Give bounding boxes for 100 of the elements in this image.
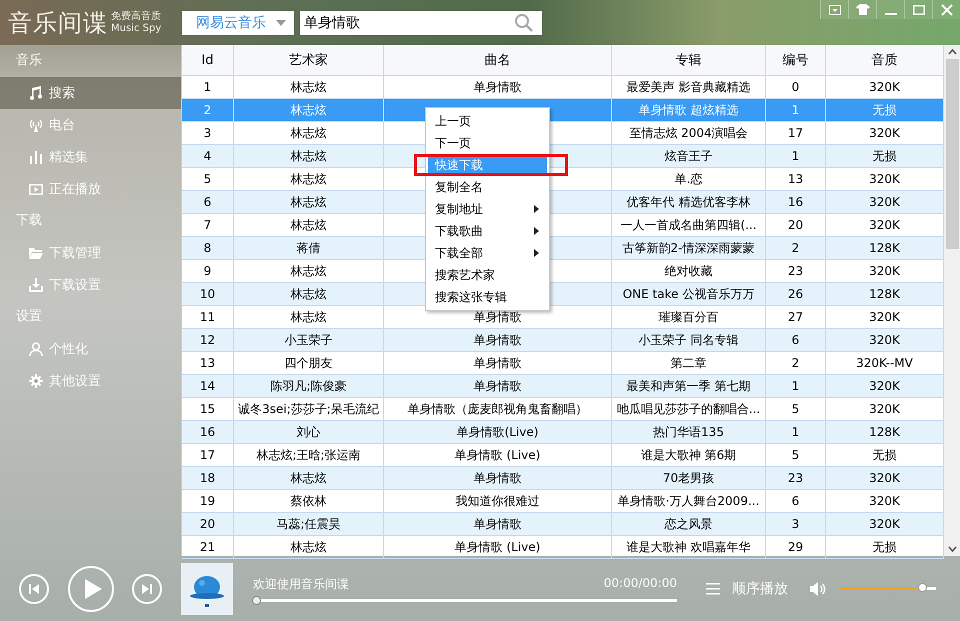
table-cell[interactable]: 70老男孩 <box>612 467 766 490</box>
table-cell[interactable]: 单身情歌 (Live) <box>384 536 612 559</box>
bars-icon <box>29 150 43 164</box>
table-cell[interactable]: 1 <box>766 375 826 398</box>
menu-item[interactable]: 复制地址 <box>426 198 549 220</box>
table-cell[interactable]: 林志炫 <box>234 145 384 168</box>
table-cell[interactable]: 6 <box>766 329 826 352</box>
menu-item[interactable]: 下一页 <box>426 132 549 154</box>
table-cell[interactable]: 炫音王子 <box>612 145 766 168</box>
table-cell[interactable]: 小玉荣子 <box>234 329 384 352</box>
table-cell[interactable]: 23 <box>766 467 826 490</box>
table-cell[interactable]: 8 <box>182 237 234 260</box>
table-cell[interactable]: 320K <box>826 467 944 490</box>
table-cell[interactable]: 128K <box>826 237 944 260</box>
table-cell[interactable]: 20 <box>182 513 234 536</box>
table-cell[interactable]: 6 <box>182 191 234 214</box>
scrollbar[interactable] <box>944 45 960 556</box>
table-cell[interactable]: 蒋倩 <box>234 237 384 260</box>
table-cell[interactable]: 320K <box>826 513 944 536</box>
maximize-button[interactable] <box>904 0 932 19</box>
table-cell[interactable]: 128K <box>826 283 944 306</box>
table-cell[interactable]: 1 <box>766 421 826 444</box>
menu-item[interactable]: 复制全名 <box>426 176 549 198</box>
table-cell[interactable]: 刘心 <box>234 421 384 444</box>
folder-icon <box>29 246 43 260</box>
table-cell[interactable]: 128K <box>826 421 944 444</box>
table-cell[interactable]: 10 <box>182 283 234 306</box>
shirt-icon <box>856 4 870 15</box>
table-cell[interactable]: 16 <box>766 191 826 214</box>
table-cell[interactable]: 12 <box>182 329 234 352</box>
table-cell[interactable]: 古筝新韵2-情深深雨蒙蒙 <box>612 237 766 260</box>
next-button[interactable] <box>132 574 162 604</box>
column-header[interactable]: 艺术家 <box>234 45 384 75</box>
sidebar-item[interactable]: 搜索 <box>0 77 181 109</box>
close-button[interactable] <box>932 0 960 19</box>
progress-bar[interactable] <box>253 598 677 602</box>
maximize-icon <box>912 4 924 14</box>
submenu-arrow-icon <box>534 227 539 235</box>
table-cell[interactable]: 单身情歌(Live) <box>384 421 612 444</box>
table-cell[interactable]: 小玉荣子 同名专辑 <box>612 329 766 352</box>
table-cell[interactable]: 1 <box>766 145 826 168</box>
menu-item[interactable]: 下载全部 <box>426 242 549 264</box>
sidebar-heading: 音乐 <box>15 52 43 70</box>
table-cell[interactable]: 16 <box>182 421 234 444</box>
table-cell[interactable]: 单身情歌 <box>384 329 612 352</box>
table-cell[interactable]: 最美和声第一季 第七期 <box>612 375 766 398</box>
menu-item[interactable]: 上一页 <box>426 110 549 132</box>
menu-item[interactable]: 搜索艺术家 <box>426 264 549 286</box>
play-button[interactable] <box>68 566 114 612</box>
table-cell[interactable]: 2 <box>766 237 826 260</box>
table-cell[interactable]: 林志炫 <box>234 283 384 306</box>
table-cell[interactable]: 320K <box>826 329 944 352</box>
submenu-arrow-icon <box>534 205 539 213</box>
column-header[interactable]: 专辑 <box>612 45 766 75</box>
music-icon <box>29 86 43 100</box>
scrollbar-thumb[interactable] <box>946 59 959 249</box>
volume-icon[interactable] <box>810 582 826 596</box>
search-field[interactable]: 单身情歌 <box>300 10 542 34</box>
table-cell[interactable]: 林志炫 <box>234 191 384 214</box>
column-header[interactable]: 编号 <box>766 45 826 75</box>
table-cell[interactable]: 18 <box>182 467 234 490</box>
table-cell[interactable]: 4 <box>182 145 234 168</box>
app-title: 音乐间谍 <box>8 8 108 38</box>
table-cell[interactable]: 21 <box>182 536 234 559</box>
play-icon <box>29 182 43 196</box>
skin-button[interactable] <box>848 0 876 19</box>
table-cell[interactable]: 单身情歌 <box>384 513 612 536</box>
table-cell[interactable]: 恋之风景 <box>612 513 766 536</box>
table-cell[interactable]: 29 <box>766 536 826 559</box>
table-cell[interactable]: ONE take 公视音乐万万 <box>612 283 766 306</box>
column-header[interactable]: Id <box>182 45 234 75</box>
caret-icon <box>276 20 286 26</box>
table-cell[interactable]: 谁是大歌神 欢唱嘉年华 <box>612 536 766 559</box>
download-icon <box>29 278 43 292</box>
search-icon[interactable] <box>514 12 534 32</box>
table-cell[interactable]: 单身情歌 <box>384 467 612 490</box>
minimize-button[interactable] <box>876 0 904 19</box>
table-cell[interactable]: 单身情歌 <box>384 375 612 398</box>
sidebar-heading: 下载 <box>15 212 43 230</box>
table-cell[interactable]: 林志炫 <box>234 467 384 490</box>
dropdown-icon <box>828 4 840 14</box>
table-cell[interactable]: 林志炫 <box>234 536 384 559</box>
table-cell[interactable]: 26 <box>766 283 826 306</box>
previous-icon <box>28 582 40 594</box>
previous-button[interactable] <box>18 574 49 604</box>
dropdown-window-button[interactable] <box>820 0 848 19</box>
playlist-icon[interactable] <box>706 582 720 594</box>
radio-icon <box>29 118 43 132</box>
table-cell[interactable]: 优客年代 精选优客李林 <box>612 191 766 214</box>
table-cell[interactable]: 热门华语135 <box>612 421 766 444</box>
table-cell[interactable]: 马蕊;任震昊 <box>234 513 384 536</box>
menu-item[interactable]: 下载歌曲 <box>426 220 549 242</box>
table-cell[interactable]: 无损 <box>826 145 944 168</box>
table-cell[interactable]: 320K <box>826 375 944 398</box>
table-cell[interactable]: 陈羽凡;陈俊豪 <box>234 375 384 398</box>
table-cell[interactable]: 3 <box>766 513 826 536</box>
table-cell[interactable]: 320K <box>826 191 944 214</box>
column-header[interactable]: 曲名 <box>384 45 612 75</box>
status-message: 欢迎使用音乐间谍 <box>253 576 349 592</box>
table-cell[interactable]: 14 <box>182 375 234 398</box>
